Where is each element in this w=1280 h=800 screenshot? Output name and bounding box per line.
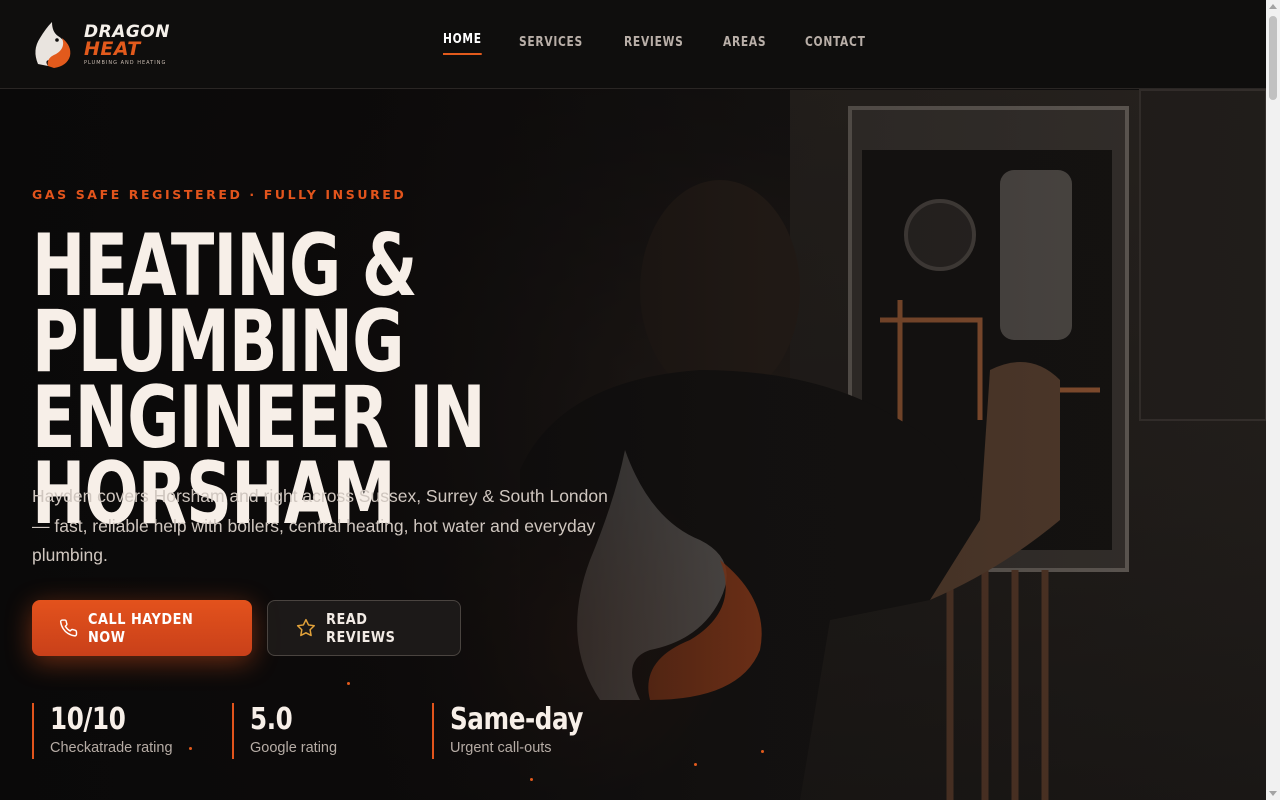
call-hayden-label: CALL HAYDEN NOW (88, 610, 194, 646)
stats-row: 10/10 Checkatrade rating 5.0 Google rati… (32, 703, 632, 759)
stat-label: Urgent call-outs (450, 740, 552, 756)
site-header: DRAGON HEAT PLUMBING AND HEATING HOME SE… (0, 0, 1266, 89)
ember-particle (530, 778, 533, 781)
stat-value: Same-day (450, 702, 584, 737)
nav-areas[interactable]: AREAS (723, 34, 766, 50)
hero-eyebrow: GAS SAFE REGISTERED · FULLY INSURED (32, 187, 407, 202)
stat-checkatrade: 10/10 Checkatrade rating (32, 703, 232, 759)
ember-particle (761, 750, 764, 753)
stat-google: 5.0 Google rating (232, 703, 432, 759)
page-scrollbar[interactable] (1266, 0, 1280, 800)
hero-title-line1: HEATING & PLUMBING (32, 216, 417, 392)
stat-same-day: Same-day Urgent call-outs (432, 703, 632, 759)
hero-lead: Hayden covers Horsham and right across S… (32, 486, 608, 565)
nav-home[interactable]: HOME (443, 31, 482, 55)
ember-particle (347, 682, 350, 685)
star-icon (296, 618, 315, 637)
nav-contact[interactable]: CONTACT (805, 34, 866, 50)
brand-tagline: PLUMBING AND HEATING (84, 60, 167, 66)
phone-icon (59, 619, 78, 637)
read-reviews-label: READ REVIEWS (325, 610, 396, 646)
stat-value: 10/10 (50, 702, 126, 737)
scroll-down-arrow-icon[interactable] (1269, 791, 1277, 796)
stat-label: Google rating (250, 740, 338, 756)
call-hayden-button[interactable]: CALL HAYDEN NOW (32, 600, 252, 656)
brand-name-line2: HEAT (84, 38, 141, 60)
brand-logo[interactable]: DRAGON HEAT PLUMBING AND HEATING (30, 20, 170, 70)
stat-label: Checkatrade rating (50, 740, 173, 756)
main-nav: HOME SERVICES REVIEWS AREAS CONTACT (443, 31, 873, 55)
scroll-up-arrow-icon[interactable] (1269, 4, 1277, 9)
read-reviews-button[interactable]: READ REVIEWS (267, 600, 461, 656)
nav-reviews[interactable]: REVIEWS (624, 34, 684, 50)
nav-services[interactable]: SERVICES (519, 34, 583, 50)
scrollbar-thumb[interactable] (1269, 16, 1277, 100)
ember-particle (694, 763, 697, 766)
stat-value: 5.0 (250, 702, 293, 737)
dragon-logo-icon (35, 22, 71, 68)
